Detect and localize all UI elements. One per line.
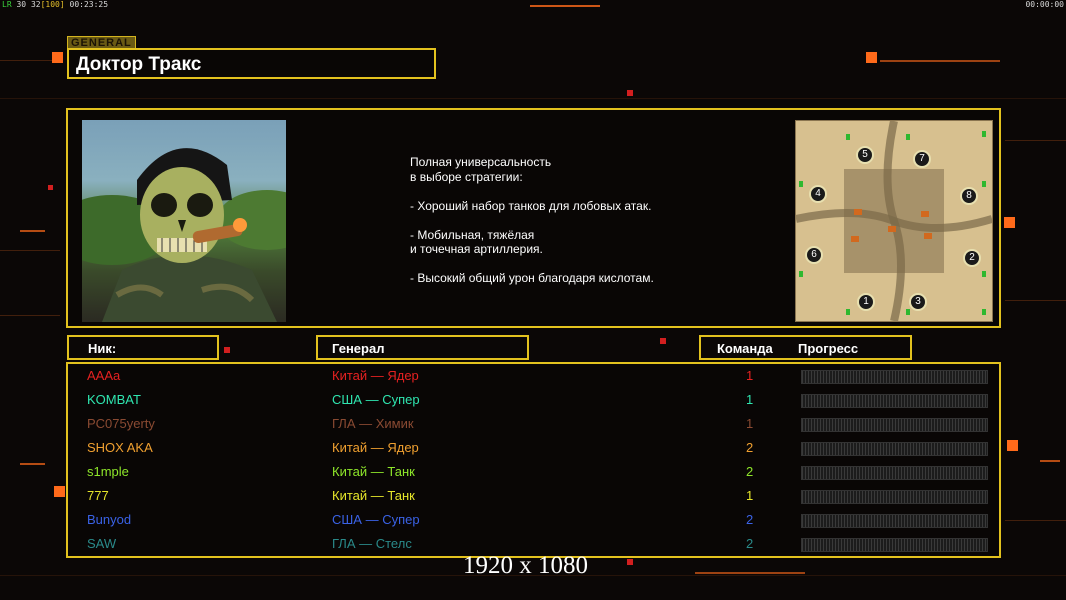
player-team: 2: [746, 536, 754, 551]
map-slot[interactable]: 7: [913, 150, 931, 168]
player-row: PC075yerty ГЛА — Химик 1: [68, 413, 999, 437]
player-team: 1: [746, 368, 754, 383]
players-list: AAAa Китай — Ядер 1 KOMBAT США — Супер 1 PC075…: [66, 362, 1001, 558]
player-general: США — Супер: [332, 392, 420, 407]
status-bar-left: LR 30 32[100] 00:23:25: [2, 0, 108, 9]
loading-progress-bar: [801, 442, 988, 456]
player-nick: PC075yerty: [87, 416, 155, 431]
player-nick: KOMBAT: [87, 392, 141, 407]
player-general: ГЛА — Стелс: [332, 536, 412, 551]
skull-soldier-portrait: [82, 148, 286, 322]
map-slot[interactable]: 1: [857, 293, 875, 311]
player-row: s1mple Китай — Танк 2: [68, 461, 999, 485]
map-slot[interactable]: 4: [809, 185, 827, 203]
loading-progress-bar: [801, 514, 988, 528]
player-row: SHOX AKA Китай — Ядер 2: [68, 437, 999, 461]
loading-progress-bar: [801, 490, 988, 504]
header-nick: Ник:: [88, 341, 117, 356]
bracket-value: [100]: [40, 0, 65, 9]
player-nick: Bunyod: [87, 512, 132, 527]
general-title-box: Доктор Тракс: [67, 48, 436, 79]
player-nick: SAW: [87, 536, 117, 551]
header-general: Генерал: [332, 341, 385, 356]
player-nick: 777: [87, 488, 109, 503]
player-nick: AAAa: [87, 368, 121, 383]
loading-progress-bar: [801, 370, 988, 384]
player-general: Китай — Танк: [332, 464, 415, 479]
player-row: 777 Китай — Танк 1: [68, 485, 999, 509]
resolution-label: 1920 x 1080: [463, 552, 588, 579]
map-slot[interactable]: 6: [805, 246, 823, 264]
player-team: 2: [746, 464, 754, 479]
loading-progress-bar: [801, 466, 988, 480]
player-team: 1: [746, 416, 754, 431]
general-portrait: [82, 120, 286, 322]
ping-value: 32: [30, 0, 41, 9]
player-team: 2: [746, 440, 754, 455]
loading-progress-bar: [801, 538, 988, 552]
game-clock: 00:23:25: [69, 0, 109, 9]
player-team: 2: [746, 512, 754, 527]
player-general: Китай — Танк: [332, 488, 415, 503]
general-description: Полная универсальность в выборе стратеги…: [410, 155, 654, 285]
map-preview: [796, 121, 992, 321]
player-row: Bunyod США — Супер 2: [68, 509, 999, 533]
player-team: 1: [746, 392, 754, 407]
player-nick: SHOX AKA: [87, 440, 153, 455]
player-team: 1: [746, 488, 754, 503]
map-slot[interactable]: 3: [909, 293, 927, 311]
player-general: ГЛА — Химик: [332, 416, 414, 431]
header-team-progress-box: Команда Прогресс: [699, 335, 912, 360]
map-slot[interactable]: 2: [963, 249, 981, 267]
status-clock-right: 00:00:00: [1025, 0, 1064, 9]
general-name: Доктор Тракс: [76, 54, 202, 75]
fps-label: LR: [2, 0, 12, 9]
map-slot[interactable]: 8: [960, 187, 978, 205]
player-general: США — Супер: [332, 512, 420, 527]
header-general-box: Генерал: [316, 335, 529, 360]
player-row: KOMBAT США — Супер 1: [68, 389, 999, 413]
loading-progress-bar: [801, 418, 988, 432]
general-info-panel: Полная универсальность в выборе стратеги…: [66, 108, 1001, 328]
player-general: Китай — Ядер: [332, 368, 419, 383]
loading-progress-bar: [801, 394, 988, 408]
map-slot[interactable]: 5: [856, 146, 874, 164]
header-team: Команда: [717, 341, 773, 356]
player-nick: s1mple: [87, 464, 129, 479]
header-progress: Прогресс: [798, 341, 859, 356]
header-nick-box: Ник:: [67, 335, 219, 360]
player-row: AAAa Китай — Ядер 1: [68, 365, 999, 389]
minimap: 1 2 3 4 5 6 7 8: [795, 120, 993, 322]
player-general: Китай — Ядер: [332, 440, 419, 455]
fps-value: 30: [16, 0, 27, 9]
